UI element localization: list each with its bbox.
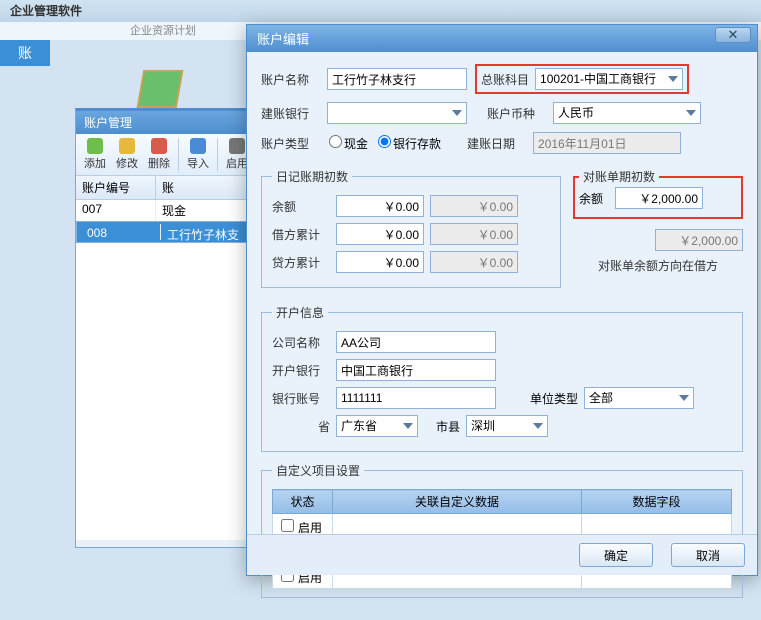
- dialog-title-bar: 账户编辑 ✕: [247, 25, 757, 52]
- col-rel: 关联自定义数据: [333, 490, 582, 514]
- recon-balance-input[interactable]: [615, 187, 703, 209]
- col-field: 数据字段: [582, 490, 732, 514]
- balance-label: 余额: [272, 198, 330, 215]
- currency-select[interactable]: 人民币: [553, 102, 701, 124]
- recon-init-group: 对账单期初数 余额: [573, 168, 743, 219]
- open-info-legend: 开户信息: [272, 304, 328, 321]
- app-title-bar: 企业管理软件: [0, 0, 761, 22]
- book-icon: [137, 70, 184, 108]
- open-bank-input[interactable]: [336, 359, 496, 381]
- acct-name-label: 账户名称: [261, 71, 319, 88]
- open-info-group: 开户信息 公司名称 开户银行 银行账号 单位类型 全部 省 广东省 市县 深圳: [261, 304, 743, 452]
- bank-no-input[interactable]: [336, 387, 496, 409]
- enable-icon: [229, 138, 245, 154]
- ok-button[interactable]: 确定: [579, 543, 653, 567]
- grid-col-num[interactable]: 账户编号: [76, 176, 156, 199]
- company-label: 公司名称: [272, 334, 330, 351]
- credit-input[interactable]: [336, 251, 424, 273]
- dialog-footer: 确定 取消: [247, 534, 757, 575]
- plus-icon: [87, 138, 103, 154]
- close-button[interactable]: ✕: [715, 27, 751, 43]
- add-button[interactable]: 添加: [80, 138, 110, 171]
- journal-init-group: 日记账期初数 余额 借方累计 贷方累计: [261, 168, 561, 288]
- credit-ro: [430, 251, 518, 273]
- bank-label: 建账银行: [261, 105, 319, 122]
- cancel-button[interactable]: 取消: [671, 543, 745, 567]
- trash-icon: [151, 138, 167, 154]
- bank-select[interactable]: [327, 102, 467, 124]
- recon-balance-ro: [655, 229, 743, 251]
- acct-type-label: 账户类型: [261, 135, 319, 152]
- import-button[interactable]: 导入: [183, 138, 213, 171]
- credit-label: 贷方累计: [272, 254, 330, 271]
- app-subtitle: 企业资源计划: [130, 25, 196, 37]
- separator: [217, 138, 218, 171]
- date-label: 建账日期: [467, 135, 525, 152]
- cash-radio-label[interactable]: 现金: [327, 135, 368, 152]
- deposit-radio[interactable]: [378, 135, 391, 148]
- recon-balance-label: 余额: [579, 190, 609, 207]
- province-select[interactable]: 广东省: [336, 415, 418, 437]
- unit-type-label: 单位类型: [530, 390, 578, 407]
- recon-init-legend: 对账单期初数: [579, 168, 659, 185]
- province-label: 省: [272, 418, 330, 435]
- company-input[interactable]: [336, 331, 496, 353]
- date-input: [533, 132, 681, 154]
- dialog-title: 账户编辑: [257, 32, 309, 47]
- app-title: 企业管理软件: [10, 4, 82, 18]
- gl-select[interactable]: 100201-中国工商银行: [535, 68, 683, 90]
- deposit-radio-label[interactable]: 银行存款: [376, 135, 441, 152]
- col-status: 状态: [273, 490, 333, 514]
- open-bank-label: 开户银行: [272, 362, 330, 379]
- currency-label: 账户币种: [487, 105, 545, 122]
- enable-checkbox[interactable]: [281, 519, 294, 532]
- custom-group: 自定义项目设置 状态 关联自定义数据 数据字段 启用 启用 启用: [261, 462, 743, 598]
- journal-balance-ro: [430, 195, 518, 217]
- edit-button[interactable]: 修改: [112, 138, 142, 171]
- custom-legend: 自定义项目设置: [272, 462, 364, 479]
- separator: [178, 138, 179, 171]
- cash-radio[interactable]: [329, 135, 342, 148]
- import-icon: [190, 138, 206, 154]
- city-label: 市县: [436, 418, 460, 435]
- pencil-icon: [119, 138, 135, 154]
- debit-label: 借方累计: [272, 226, 330, 243]
- gl-label: 总账科目: [481, 71, 529, 88]
- debit-ro: [430, 223, 518, 245]
- delete-button[interactable]: 删除: [144, 138, 174, 171]
- journal-init-legend: 日记账期初数: [272, 168, 352, 185]
- recon-note: 对账单余额方向在借方: [573, 257, 743, 274]
- acct-name-input[interactable]: [327, 68, 467, 90]
- journal-balance-input[interactable]: [336, 195, 424, 217]
- unit-type-select[interactable]: 全部: [584, 387, 694, 409]
- sidebar-tab-accounts[interactable]: 账: [0, 40, 50, 66]
- bank-no-label: 银行账号: [272, 390, 330, 407]
- debit-input[interactable]: [336, 223, 424, 245]
- city-select[interactable]: 深圳: [466, 415, 548, 437]
- account-edit-dialog: 账户编辑 ✕ 账户名称 总账科目 100201-中国工商银行 建账银行 账户币种…: [246, 24, 758, 576]
